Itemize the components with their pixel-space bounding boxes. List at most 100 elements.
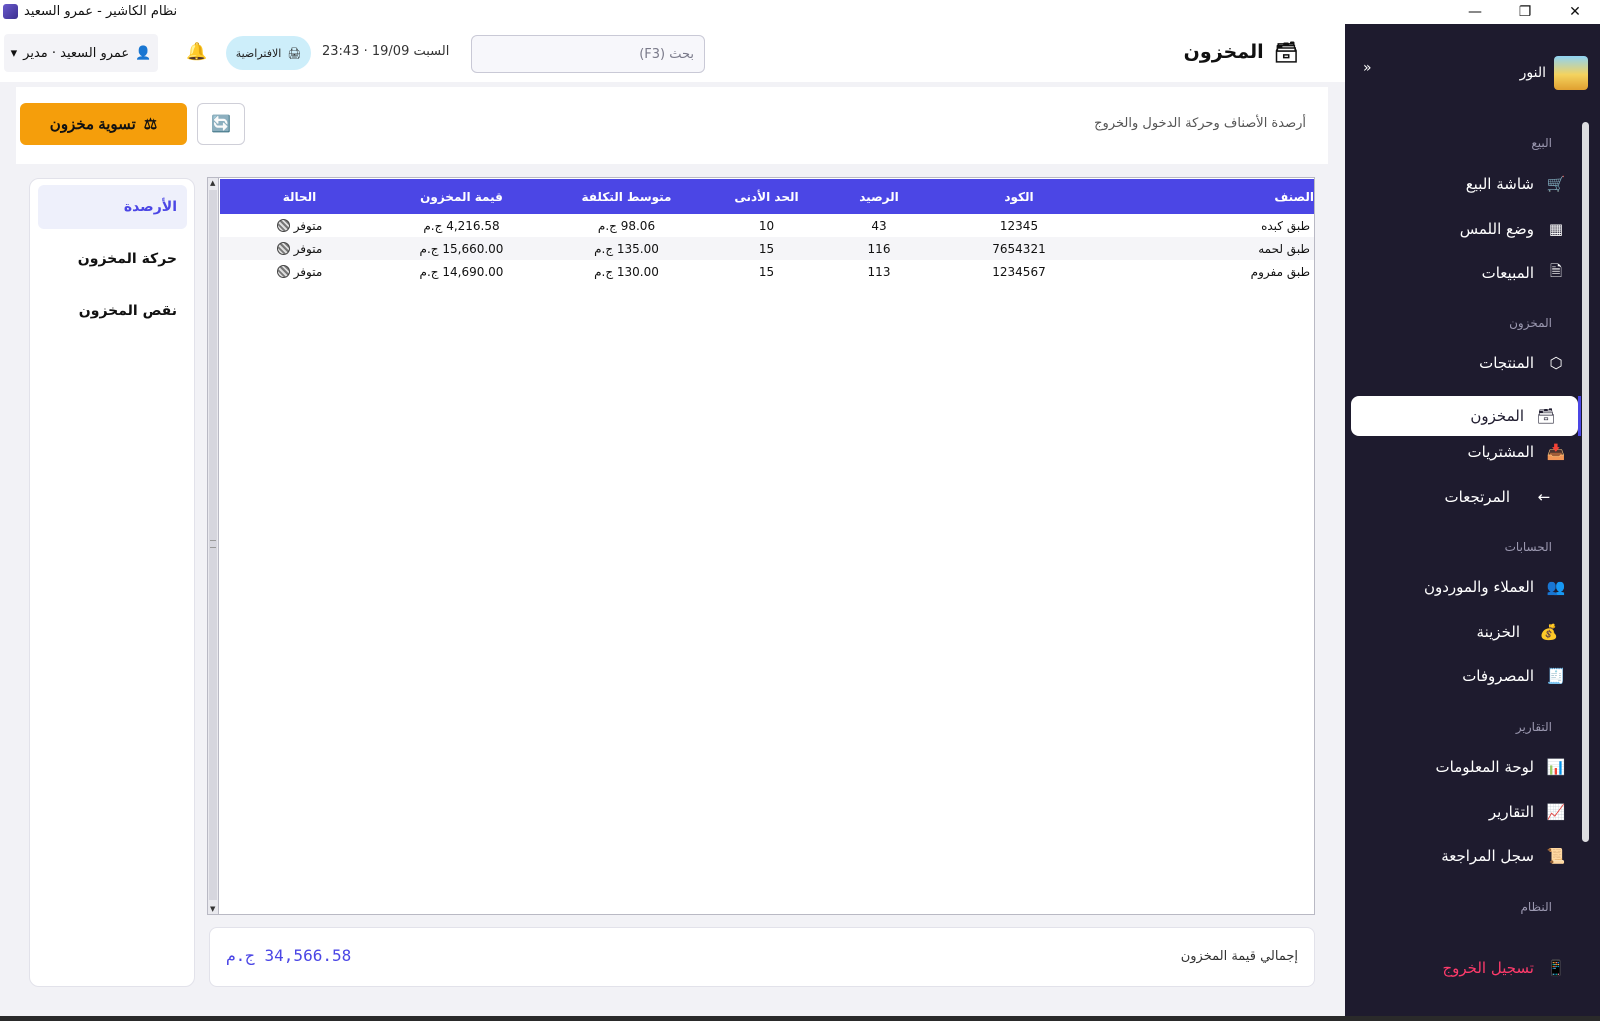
collapse-sidebar-button[interactable]: »: [1363, 60, 1372, 76]
cell-status: متوفر: [220, 214, 379, 237]
col-item[interactable]: الصنف: [1104, 179, 1314, 214]
sidebar-item-expenses[interactable]: المصروفات 🧾: [1363, 656, 1588, 696]
page-title: المخزون 🗃: [1184, 40, 1299, 64]
section-reports: التقارير: [1515, 720, 1552, 734]
col-avg-cost[interactable]: متوسط التكلفة: [544, 179, 709, 214]
table-row[interactable]: طبق مفروم 1234567 113 15 130.00 ج.م 14,6…: [220, 260, 1314, 283]
close-icon[interactable]: ✕: [1552, 0, 1598, 24]
sidebar-item-label: المنتجات: [1479, 354, 1534, 372]
cell-min: 15: [758, 264, 775, 279]
sidebar-item-label: المبيعات: [1481, 264, 1534, 282]
table-row[interactable]: طبق لحمه 7654321 116 15 135.00 ج.م 15,66…: [220, 237, 1314, 260]
inventory-table: ▲ ▼ الصنف الكود الرصيد الحد الأدنى متوسط…: [207, 177, 1315, 915]
search-input[interactable]: [471, 35, 705, 73]
refresh-button[interactable]: 🔄: [197, 103, 245, 145]
cell-avg-cost: 130.00 ج.م: [594, 264, 659, 279]
total-label: إجمالي قيمة المخزون: [1180, 949, 1298, 964]
cell-balance: 113: [867, 264, 891, 279]
section-accounts: الحسابات: [1504, 540, 1552, 554]
maximize-icon[interactable]: ❐: [1502, 0, 1548, 24]
sidebar-item-touch-mode[interactable]: وضع اللمس ▦: [1363, 209, 1588, 249]
sidebar-item-inventory[interactable]: المخزون 🗃: [1351, 396, 1578, 436]
col-min[interactable]: الحد الأدنى: [709, 179, 824, 214]
cell-item: طبق كبده: [1261, 218, 1310, 233]
table-header-row: الصنف الكود الرصيد الحد الأدنى متوسط الت…: [220, 179, 1314, 214]
sidebar-item-label: شاشة البيع: [1465, 175, 1534, 193]
status-text: متوفر: [293, 241, 323, 256]
sidebar-item-reports[interactable]: التقارير 📈: [1363, 792, 1588, 832]
refresh-icon: 🔄: [211, 116, 231, 133]
brand: النور: [1520, 56, 1588, 90]
col-code[interactable]: الكود: [934, 179, 1104, 214]
datetime: السبت 19/09 · 23:43: [322, 44, 450, 59]
scroll-up-icon[interactable]: ▲: [210, 179, 215, 187]
sidebar-item-label: العملاء والموردون: [1423, 578, 1534, 596]
inbox-download-icon: 📥: [1546, 443, 1566, 461]
total-value: 34,566.58 ج.م: [226, 946, 352, 965]
brand-logo: [1554, 56, 1588, 90]
col-status[interactable]: الحالة: [220, 179, 379, 214]
users-icon: 👥: [1546, 578, 1566, 596]
sidebar-item-label: لوحة المعلومات: [1435, 758, 1535, 776]
table-row[interactable]: طبق كبده 12345 43 10 98.06 ج.م 4,216.58 …: [220, 214, 1314, 237]
logout-button[interactable]: تسجيل الخروج 📱: [1363, 948, 1588, 988]
sidebar-item-treasury[interactable]: الخزينة 💰: [1363, 612, 1588, 652]
bell-icon[interactable]: 🔔: [186, 42, 207, 62]
printer-selector[interactable]: الافتراضية 🖨: [226, 36, 311, 70]
chevron-down-icon: ▾: [10, 45, 18, 61]
user-icon: 👤: [135, 45, 152, 61]
archive-icon: 🗃: [1273, 40, 1299, 64]
adjust-stock-button[interactable]: تسوية مخزون ⚖: [20, 103, 187, 145]
cell-value: 14,690.00 ج.م: [419, 264, 504, 279]
cell-min: 10: [758, 218, 775, 233]
header: المخزون 🗃 السبت 19/09 · 23:43 الافتراضية…: [0, 24, 1345, 82]
user-menu[interactable]: ▾ عمرو السعيد · مدير 👤: [4, 34, 158, 72]
section-sales: البيع: [1531, 136, 1552, 150]
printer-label: الافتراضية: [235, 46, 282, 60]
document-icon: 🗎: [1549, 261, 1563, 280]
sidebar-item-customers-suppliers[interactable]: العملاء والموردون 👥: [1363, 567, 1588, 607]
tab-balances[interactable]: الأرصدة: [38, 185, 187, 229]
phone-icon: 📱: [1546, 959, 1566, 977]
cart-icon: 🛒: [1546, 175, 1566, 193]
scroll-down-icon[interactable]: ▼: [210, 905, 215, 913]
money-bag-icon: 💰: [1539, 623, 1559, 641]
sidebar-item-audit-log[interactable]: سجل المراجعة 📜: [1363, 836, 1588, 876]
cell-status: متوفر: [220, 260, 379, 283]
app-icon: [3, 4, 18, 19]
view-tabs: الأرصدة حركة المخزون نقص المخزون: [29, 178, 195, 987]
active-indicator: [1578, 396, 1581, 436]
sidebar-item-returns[interactable]: المرتجعات ←: [1363, 477, 1588, 517]
section-inventory: المخزون: [1509, 316, 1552, 330]
logout-label: تسجيل الخروج: [1442, 959, 1534, 977]
scale-icon: ⚖: [143, 116, 158, 133]
inventory-total: إجمالي قيمة المخزون 34,566.58 ج.م: [209, 927, 1315, 987]
sidebar-item-pos[interactable]: شاشة البيع 🛒: [1363, 164, 1588, 204]
tab-stock-movement[interactable]: حركة المخزون: [38, 237, 187, 281]
sidebar-item-dashboard[interactable]: لوحة المعلومات 📊: [1363, 747, 1588, 787]
sidebar-item-label: المصروفات: [1462, 667, 1534, 685]
cell-item: طبق مفروم: [1250, 264, 1310, 279]
col-value[interactable]: قيمة المخزون: [379, 179, 544, 214]
sidebar-item-purchases[interactable]: المشتريات 📥: [1363, 432, 1588, 472]
cell-balance: 116: [867, 241, 891, 256]
sidebar-item-sales[interactable]: المبيعات 🗎: [1363, 253, 1588, 293]
arrow-left-icon: ←: [1537, 488, 1551, 506]
cell-balance: 43: [871, 218, 887, 233]
sidebar-item-label: وضع اللمس: [1459, 220, 1534, 238]
sidebar-scrollbar[interactable]: [1582, 122, 1589, 842]
box-icon: ⬡: [1549, 354, 1563, 372]
minimize-icon[interactable]: —: [1452, 0, 1498, 24]
sidebar-item-products[interactable]: المنتجات ⬡: [1363, 343, 1588, 383]
status-dot-icon: [276, 265, 290, 278]
table-scrollbar[interactable]: ▲ ▼: [208, 178, 219, 914]
cell-code: 7654321: [992, 241, 1046, 256]
status-text: متوفر: [293, 218, 323, 233]
sidebar-item-label: المشتريات: [1467, 443, 1534, 461]
tab-low-stock[interactable]: نقص المخزون: [38, 289, 187, 333]
cell-status: متوفر: [220, 237, 379, 260]
col-balance[interactable]: الرصيد: [824, 179, 934, 214]
cell-min: 15: [758, 241, 775, 256]
sidebar-item-label: سجل المراجعة: [1441, 847, 1534, 865]
brand-name: النور: [1519, 65, 1546, 81]
